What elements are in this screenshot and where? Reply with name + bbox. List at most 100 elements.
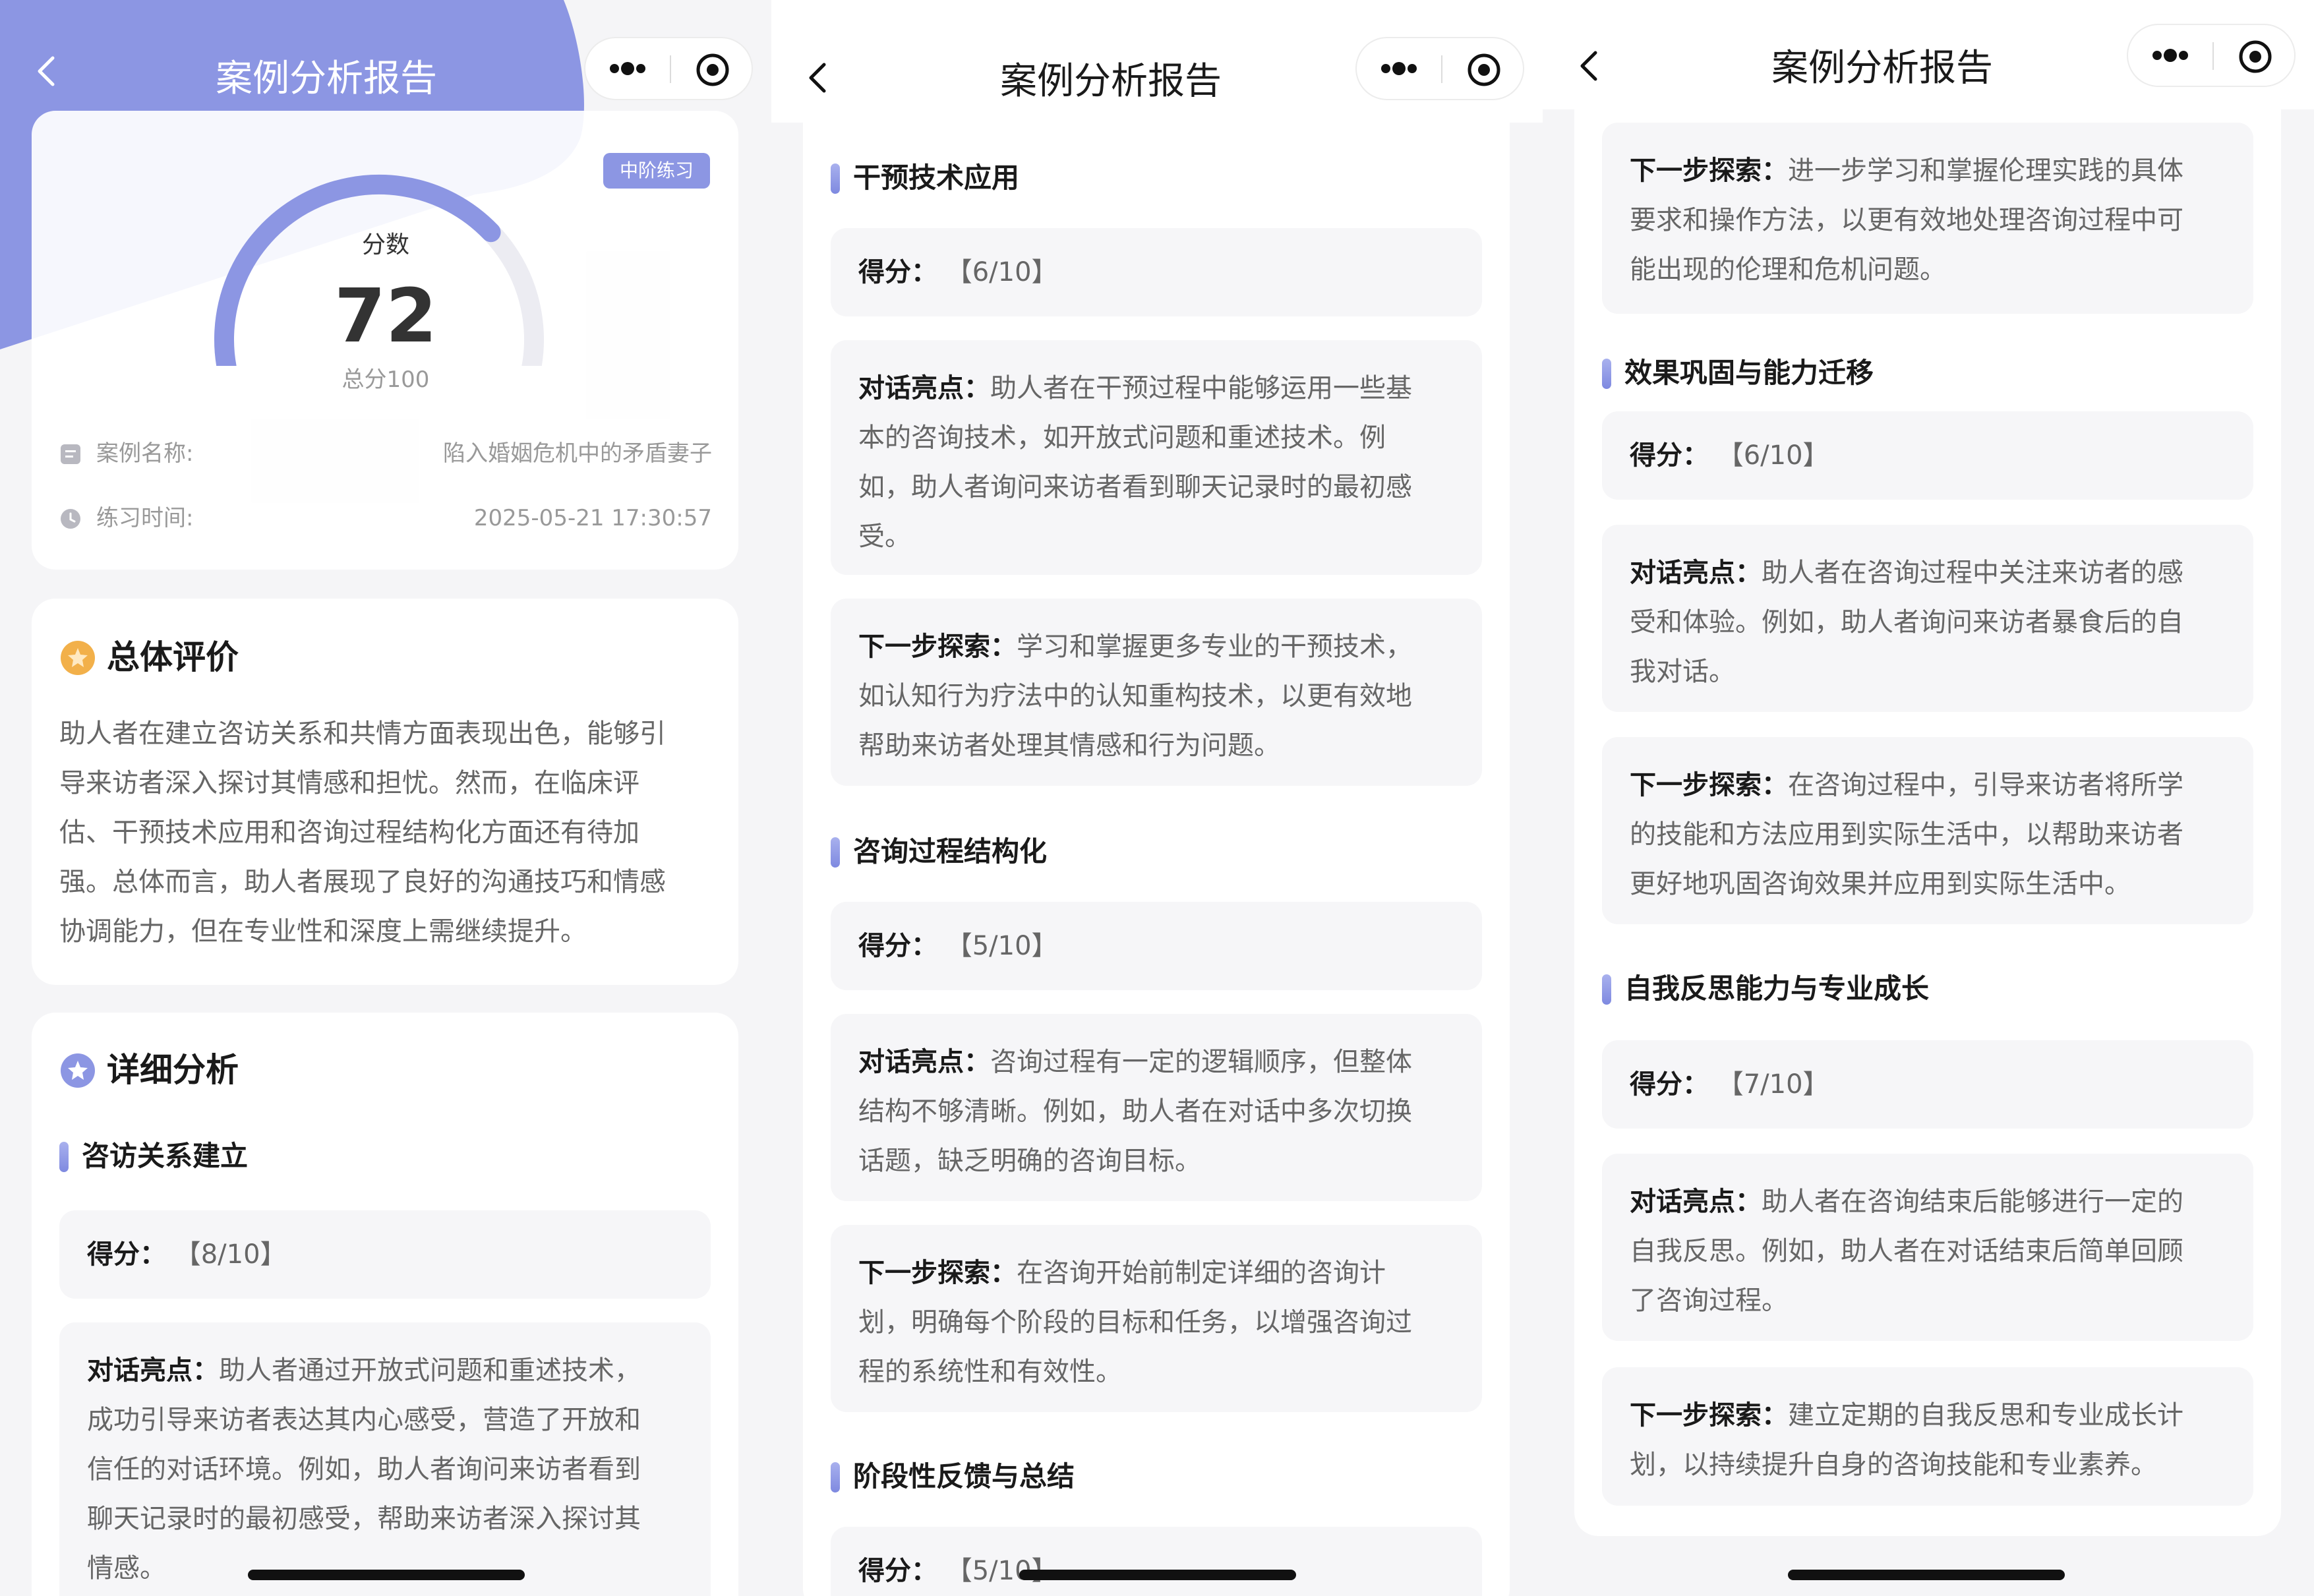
screen-detail-2: 案例分析报告 干预技术应用 得分： 【6/10】 对话亮点：助人者在干预过程中能…	[771, 0, 1543, 1596]
case-name-label: 案例名称:	[96, 440, 194, 467]
section-accent-bar	[831, 837, 840, 868]
overall-evaluation-card: 总体评价 助人者在建立咨访关系和共情方面表现出色，能够引 导来访者深入探讨其情感…	[32, 599, 738, 985]
text-line: 帮助来访者处理其情感和行为问题。	[858, 730, 1280, 761]
page-title: 案例分析报告	[216, 57, 437, 100]
navbar: 案例分析报告	[1543, 0, 2314, 109]
section-accent-bar	[59, 1142, 69, 1172]
case-name-value: 陷入婚姻危机中的矛盾妻子	[443, 440, 712, 467]
capsule-divider	[1441, 55, 1442, 83]
screen-detail-3: 下一步探索： 进一步学习和掌握伦理实践的具体 要求和操作方法，以更有效地处理咨询过…	[1543, 0, 2314, 1596]
text-line: 进一步学习和掌握伦理实践的具体	[1788, 156, 2183, 186]
next-step-box: 下一步探索：在咨询开始前制定详细的咨询计 划，明确每个阶段的目标和任务，以增强咨…	[831, 1225, 1482, 1412]
next-step-label: 下一步探索：	[1630, 1400, 1788, 1431]
text-line: 助人者在干预过程中能够运用一些基	[990, 373, 1412, 403]
section-title: 阶段性反馈与总结	[853, 1460, 1075, 1493]
text-line: 情感。	[87, 1553, 166, 1583]
next-step-label: 下一步探索：	[858, 632, 1017, 662]
overall-line: 导来访者深入探讨其情感和担忧。然而，在临床评	[59, 768, 639, 798]
capsule-divider	[2212, 42, 2214, 70]
section-accent-bar	[1602, 974, 1611, 1005]
text-line: 本的咨询技术，如开放式问题和重述技术。例	[858, 423, 1386, 453]
home-indicator	[1019, 1570, 1296, 1580]
score-total: 总分100	[341, 367, 430, 393]
target-circle-icon	[696, 53, 729, 86]
text-line: 助人者在咨询结束后能够进行一定的	[1762, 1187, 2183, 1217]
text-line: 助人者通过开放式问题和重述技术，	[219, 1355, 641, 1386]
text-line: 成功引导来访者表达其内心感受，营造了开放和	[87, 1405, 641, 1435]
more-button[interactable]	[1366, 38, 1432, 99]
text-line: 学习和掌握更多专业的干预技术，	[1017, 632, 1412, 662]
close-miniapp-button[interactable]	[2226, 30, 2285, 83]
score-label: 得分：	[858, 257, 937, 287]
page-title: 案例分析报告	[1771, 47, 1993, 90]
section-accent-bar	[1602, 359, 1611, 389]
text-line: 程的系统性和有效性。	[858, 1357, 1122, 1387]
score-box: 得分： 【5/10】	[831, 902, 1482, 990]
close-miniapp-button[interactable]	[683, 44, 742, 96]
score-box: 得分： 【5/10】	[831, 1527, 1482, 1596]
text-line: 受。	[858, 521, 911, 552]
highlight-box: 对话亮点：助人者通过开放式问题和重述技术， 成功引导来访者表达其内心感受，营造了…	[59, 1322, 711, 1596]
more-dots-icon	[1381, 62, 1417, 75]
target-circle-icon	[1468, 53, 1500, 86]
back-arrow-icon	[809, 63, 826, 93]
practice-time-row: 练习时间: 2025-05-21 17:30:57	[59, 498, 712, 538]
section-title: 咨访关系建立	[82, 1140, 249, 1172]
highlight-label: 对话亮点：	[1630, 1187, 1762, 1217]
back-button[interactable]	[804, 58, 831, 98]
score-value: 【8/10】	[174, 1239, 287, 1270]
more-button[interactable]	[595, 38, 661, 99]
level-badge: 中阶练习	[603, 153, 710, 189]
text-line: 更好地巩固咨询效果并应用到实际生活中。	[1630, 869, 2131, 899]
back-arrow-icon	[38, 56, 55, 86]
text-line: 在咨询过程中，引导来访者将所学	[1788, 770, 2183, 800]
highlight-box: 对话亮点：咨询过程有一定的逻辑顺序，但整体 结构不够清晰。例如，助人者在对话中多…	[831, 1014, 1482, 1201]
screen-summary: 案例分析报告 中阶练习 分数 72 总分100 案例名称: 陷入婚姻危机中的矛盾…	[0, 0, 771, 1596]
star-badge-icon	[61, 641, 95, 675]
text-line: 划，明确每个阶段的目标和任务，以增强咨询过	[858, 1307, 1412, 1338]
section-accent-bar	[831, 163, 840, 194]
document-icon	[61, 444, 80, 464]
overall-evaluation-text: 助人者在建立咨访关系和共情方面表现出色，能够引 导来访者深入探讨其情感和担忧。然…	[59, 709, 712, 957]
target-circle-icon	[2239, 40, 2272, 73]
detail-analysis-card: 详细分析 咨访关系建立 得分： 【8/10】 对话亮点：助人者通过开放式问题和重…	[32, 1013, 738, 1596]
practice-time-label: 练习时间:	[96, 505, 194, 531]
overall-line: 估、干预技术应用和咨询过程结构化方面还有待加	[59, 817, 639, 848]
more-dots-icon	[2152, 49, 2188, 62]
section-title: 效果巩固与能力迁移	[1624, 357, 1874, 389]
overall-line: 协调能力，但在专业性和深度上需继续提升。	[59, 916, 587, 947]
score-box: 得分： 【6/10】	[1602, 411, 2253, 500]
close-miniapp-button[interactable]	[1454, 44, 1514, 96]
text-line: 能出现的伦理和危机问题。	[1630, 254, 1946, 285]
home-indicator	[1788, 1570, 2065, 1580]
text-line: 要求和操作方法，以更有效地处理咨询过程中可	[1630, 205, 2183, 235]
back-button[interactable]	[1576, 46, 1602, 86]
overall-evaluation-title: 总体评价	[107, 638, 239, 676]
more-dots-icon	[610, 62, 645, 75]
score-value: 72	[334, 274, 437, 359]
highlight-box: 对话亮点：助人者在咨询结束后能够进行一定的 自我反思。例如，助人者在对话结束后简…	[1602, 1154, 2253, 1341]
page-title: 案例分析报告	[1000, 60, 1222, 103]
highlight-label: 对话亮点：	[858, 373, 990, 403]
score-label: 得分：	[1630, 440, 1709, 471]
score-value: 【7/10】	[1717, 1069, 1829, 1100]
section-accent-bar	[831, 1462, 840, 1493]
text-line: 信任的对话环境。例如，助人者询问来访者看到	[87, 1454, 641, 1485]
next-step-box: 下一步探索：在咨询过程中，引导来访者将所学 的技能和方法应用到实际生活中，以帮助…	[1602, 737, 2253, 924]
score-label: 得分：	[1630, 1069, 1709, 1100]
home-indicator	[248, 1570, 525, 1580]
text-line: 结构不够清晰。例如，助人者在对话中多次切换	[858, 1096, 1412, 1127]
more-button[interactable]	[2137, 25, 2203, 86]
case-name-row: 案例名称: 陷入婚姻危机中的矛盾妻子	[59, 434, 712, 473]
next-step-box: 下一步探索：进一步学习和掌握伦理实践的具体 要求和操作方法，以更有效地处理咨询过…	[1602, 123, 2253, 314]
capsule-divider	[670, 55, 671, 83]
navbar: 案例分析报告	[0, 0, 771, 112]
score-label: 得分：	[858, 1556, 937, 1586]
back-button[interactable]	[33, 51, 59, 91]
highlight-label: 对话亮点：	[858, 1047, 990, 1077]
score-value: 【5/10】	[945, 931, 1058, 961]
text-line: 话题，缺乏明确的咨询目标。	[858, 1146, 1201, 1176]
text-line: 聊天记录时的最初感受，帮助来访者深入探讨其	[87, 1504, 641, 1534]
score-value: 【6/10】	[1717, 440, 1829, 471]
text-line: 在咨询开始前制定详细的咨询计	[1017, 1258, 1386, 1288]
